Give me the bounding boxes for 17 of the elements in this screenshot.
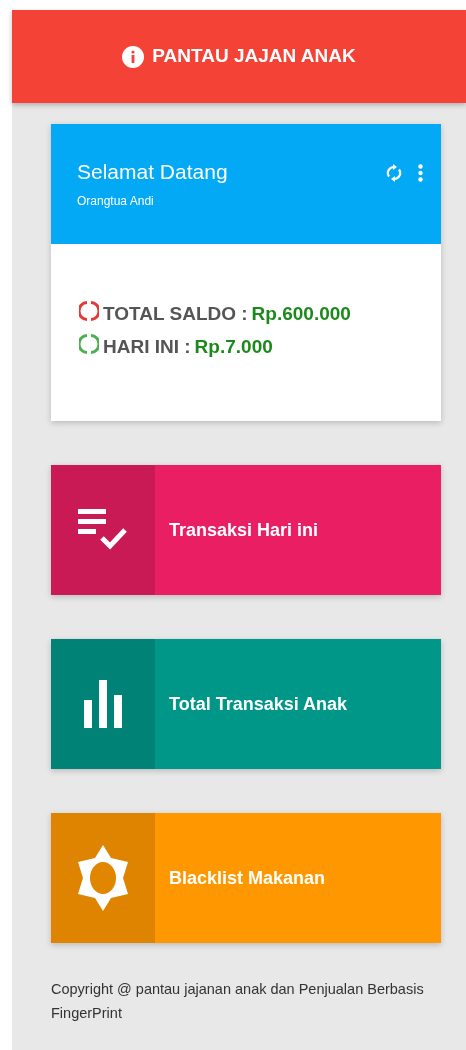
brightness-icon bbox=[76, 845, 130, 911]
stat-value: Rp.600.000 bbox=[251, 302, 351, 326]
checklist-icon bbox=[78, 509, 128, 551]
stat-label: TOTAL SALDO : bbox=[103, 302, 248, 326]
info-icon bbox=[122, 45, 145, 68]
menu-tile[interactable]: Total Transaksi Anak bbox=[51, 639, 441, 769]
more-options-icon[interactable] bbox=[418, 164, 423, 182]
bar-chart-icon bbox=[84, 680, 122, 728]
menu-tile[interactable]: Transaksi Hari ini bbox=[51, 465, 441, 595]
refresh-icon[interactable] bbox=[386, 164, 402, 182]
app-title: PANTAU JAJAN ANAK bbox=[152, 44, 356, 69]
card-subtitle: Orangtua Andi bbox=[77, 192, 155, 210]
menu-tile[interactable]: Blacklist Makanan bbox=[51, 813, 441, 943]
stat-label: HARI INI : bbox=[103, 334, 191, 359]
card-title: Selamat Datang bbox=[77, 159, 228, 185]
copyright-text: Copyright @ pantau jajanan anak dan Penjualan Berbasis FingerPrint bbox=[51, 980, 425, 1023]
stat-value: Rp.7.000 bbox=[194, 334, 273, 359]
